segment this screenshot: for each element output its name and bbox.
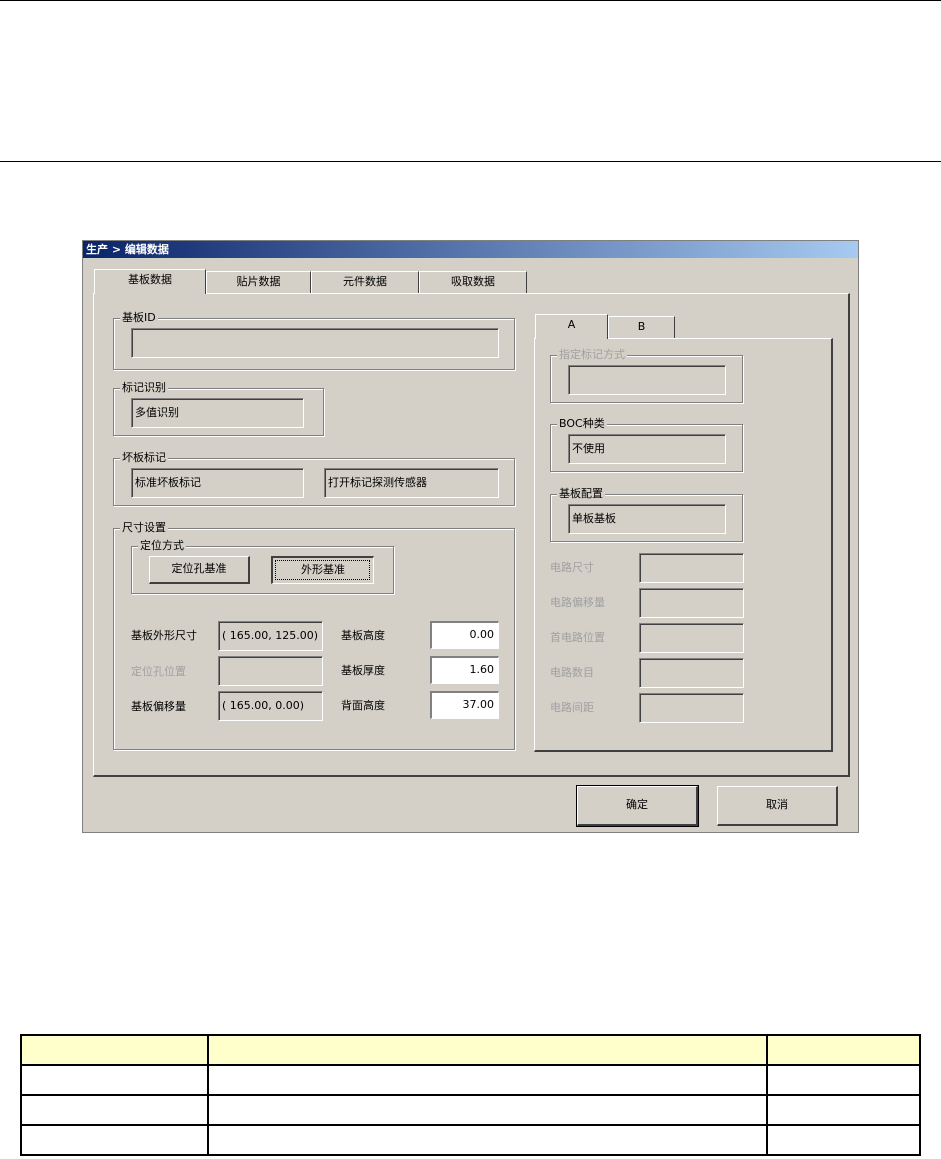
table-header-row [20,1034,921,1066]
mark-recognition-field[interactable]: 多值识别 [131,398,304,428]
boc-group: BOC种类 不使用 [550,417,743,472]
table-header-cell [20,1034,209,1066]
board-id-group: 基板ID [113,311,515,370]
header-rule [0,161,941,162]
table-row [20,1064,921,1096]
mark-recognition-label: 标记识别 [120,381,168,395]
table-header-cell [207,1034,768,1066]
board-height-input[interactable]: 0.00 [430,621,499,649]
boc-field[interactable]: 不使用 [568,434,726,464]
cancel-button[interactable]: 取消 [717,786,838,826]
circuit-offset-field[interactable] [639,588,744,618]
positioning-group: 定位方式 定位孔基准 外形基准 [131,539,394,594]
table-cell [766,1094,921,1126]
table-cell [207,1124,768,1156]
circuit-pitch-field[interactable] [639,693,744,723]
board-thickness-input[interactable]: 1.60 [430,656,499,684]
board-offset-field[interactable]: ( 165.00, 0.00) [218,691,323,721]
tab-side-a[interactable]: A [535,314,608,339]
board-offset-label: 基板偏移量 [131,700,186,713]
board-id-field[interactable] [131,328,499,358]
table-header-cell [766,1034,921,1066]
size-settings-group: 尺寸设置 定位方式 定位孔基准 外形基准 基板外形尺寸 ( 165.00, 12… [113,521,515,750]
tab-pickup-data[interactable]: 吸取数据 [419,271,527,293]
ok-button[interactable]: 确定 [576,785,699,827]
circuit-offset-label: 电路偏移量 [550,596,605,609]
circuit-count-label: 电路数目 [550,666,594,679]
tab-side-b[interactable]: B [608,316,675,338]
mark-sensor-field[interactable]: 打开标记探测传感器 [324,468,499,498]
edit-data-window: 生产 > 编辑数据 基板数据 贴片数据 元件数据 吸取数据 基板ID 标记识别 … [82,240,859,833]
board-thickness-label: 基板厚度 [341,664,385,677]
circuit-count-field[interactable] [639,658,744,688]
size-settings-label: 尺寸设置 [120,521,168,535]
table-cell [20,1094,209,1126]
mark-method-label: 指定标记方式 [557,348,627,362]
first-circuit-position-field[interactable] [639,623,744,653]
mark-method-group: 指定标记方式 [550,348,743,403]
side-a-panel: 指定标记方式 BOC种类 不使用 基板配置 单板基板 电路尺寸 电路偏移量 首电… [534,338,833,752]
outline-reference-button[interactable]: 外形基准 [271,556,374,584]
top-rule [0,0,941,1]
table-row [20,1094,921,1126]
tab-component-data[interactable]: 元件数据 [311,271,419,293]
table-cell [20,1064,209,1096]
table-cell [766,1124,921,1156]
hole-position-label: 定位孔位置 [131,665,186,678]
board-config-label: 基板配置 [557,487,605,501]
board-config-group: 基板配置 单板基板 [550,487,743,542]
table-cell [766,1064,921,1096]
circuit-size-field[interactable] [639,553,744,583]
boc-label: BOC种类 [557,417,607,431]
board-outline-label: 基板外形尺寸 [131,629,197,642]
document-table [20,1034,921,1156]
table-row [20,1124,921,1156]
circuit-pitch-label: 电路间距 [550,701,594,714]
board-height-label: 基板高度 [341,629,385,642]
board-id-label: 基板ID [120,311,158,325]
back-height-input[interactable]: 37.00 [430,691,499,719]
mark-recognition-group: 标记识别 多值识别 [113,381,324,436]
bad-mark-group: 坏板标记 标准坏板标记 打开标记探测传感器 [113,451,515,506]
board-config-field[interactable]: 单板基板 [568,504,726,534]
bad-mark-label: 坏板标记 [120,451,168,465]
positioning-label: 定位方式 [138,539,186,553]
tab-placement-data[interactable]: 贴片数据 [206,271,311,293]
back-height-label: 背面高度 [341,699,385,712]
table-cell [20,1124,209,1156]
hole-position-field[interactable] [218,656,323,686]
mark-method-field[interactable] [568,365,726,395]
window-title: 生产 > 编辑数据 [83,241,858,258]
circuit-size-label: 电路尺寸 [550,561,594,574]
hole-reference-button[interactable]: 定位孔基准 [149,556,250,584]
first-circuit-position-label: 首电路位置 [550,631,605,644]
bad-mark-field[interactable]: 标准坏板标记 [131,468,304,498]
tab-board-data[interactable]: 基板数据 [94,269,206,294]
table-cell [207,1094,768,1126]
board-data-panel: 基板ID 标记识别 多值识别 坏板标记 标准坏板标记 打开标记探测传感器 尺寸设… [93,293,850,777]
board-outline-field[interactable]: ( 165.00, 125.00) [218,621,323,651]
table-cell [207,1064,768,1096]
